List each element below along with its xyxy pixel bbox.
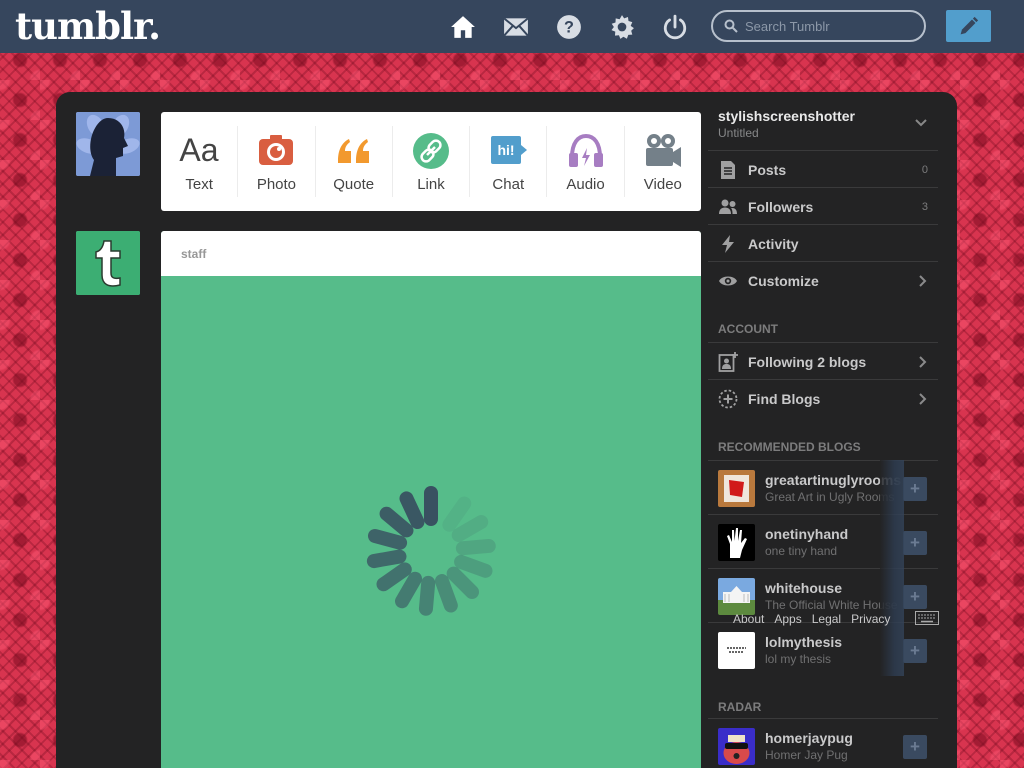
post-blog-name[interactable]: staff xyxy=(181,247,206,261)
post-type-audio[interactable]: Audio xyxy=(547,126,625,197)
blog-thumbnail xyxy=(718,524,755,561)
sidebar-item-following[interactable]: Following 2 blogs xyxy=(708,342,938,379)
gear-icon[interactable] xyxy=(609,14,635,40)
radar-blog[interactable]: homerjaypug Homer Jay Pug + xyxy=(708,718,938,768)
search-box[interactable] xyxy=(711,10,926,42)
mail-icon[interactable] xyxy=(503,14,529,40)
video-camera-icon xyxy=(643,131,683,171)
camera-icon xyxy=(256,131,296,171)
chat-icon: hi! xyxy=(488,131,528,171)
chevron-right-icon xyxy=(918,274,928,287)
svg-text:hi!: hi! xyxy=(498,142,515,158)
post-type-quote[interactable]: Quote xyxy=(316,126,393,197)
followers-icon xyxy=(718,197,738,217)
footer-link-apps[interactable]: Apps xyxy=(774,612,801,626)
dashboard-post: staff xyxy=(161,231,701,768)
blog-thumbnail xyxy=(718,728,755,765)
keyboard-icon[interactable] xyxy=(915,611,939,625)
footer-link-about[interactable]: About xyxy=(733,612,764,626)
chevron-right-icon xyxy=(918,392,928,405)
following-icon xyxy=(718,352,738,372)
blog-selector[interactable]: stylishscreenshotter Untitled xyxy=(708,106,938,150)
account-heading: ACCOUNT xyxy=(718,322,778,336)
follow-button[interactable]: + xyxy=(903,639,927,663)
chevron-down-icon[interactable] xyxy=(914,116,928,130)
home-icon[interactable] xyxy=(450,14,476,40)
sidebar-item-followers[interactable]: Followers 3 xyxy=(708,187,938,224)
quote-icon xyxy=(334,131,374,171)
recommended-heading: RECOMMENDED BLOGS xyxy=(718,440,861,454)
staff-avatar[interactable] xyxy=(76,231,140,295)
sidebar-item-label: Followers xyxy=(748,199,814,215)
sidebar-scroll-strip xyxy=(880,460,904,676)
follow-button[interactable]: + xyxy=(903,735,927,759)
sidebar-item-label: Customize xyxy=(748,273,819,289)
radar-heading: RADAR xyxy=(718,700,762,714)
svg-text:Aa: Aa xyxy=(180,132,219,168)
power-icon[interactable] xyxy=(662,14,688,40)
footer-link-legal[interactable]: Legal xyxy=(812,612,841,626)
post-type-photo[interactable]: Photo xyxy=(238,126,316,197)
text-post-icon: Aa xyxy=(179,131,219,171)
sidebar-item-customize[interactable]: Customize xyxy=(708,261,938,298)
post-header: staff xyxy=(161,231,701,276)
post-type-label: Link xyxy=(417,176,445,193)
eye-icon xyxy=(718,271,738,291)
post-type-link[interactable]: Link xyxy=(393,126,471,197)
follow-button[interactable]: + xyxy=(903,477,927,501)
find-blogs-icon xyxy=(718,389,738,409)
lightning-icon xyxy=(718,234,738,254)
footer-link-privacy[interactable]: Privacy xyxy=(851,612,890,626)
help-icon[interactable]: ? xyxy=(556,14,582,40)
sidebar-item-activity[interactable]: Activity xyxy=(708,224,938,261)
pencil-icon xyxy=(960,16,979,35)
tumblr-logo[interactable]: tumblr. xyxy=(15,4,161,48)
sidebar-item-count: 0 xyxy=(921,164,928,176)
blog-thumbnail xyxy=(718,578,755,615)
blog-title: Untitled xyxy=(718,126,759,140)
blog-thumbnail xyxy=(718,470,755,507)
link-icon xyxy=(411,131,451,171)
compose-button[interactable] xyxy=(946,10,991,42)
posts-icon xyxy=(718,160,738,180)
post-type-label: Photo xyxy=(256,176,297,193)
post-type-label: Text xyxy=(185,176,213,193)
blog-thumbnail xyxy=(718,632,755,669)
search-icon xyxy=(724,19,738,33)
post-type-chat[interactable]: hi! Chat xyxy=(470,126,548,197)
post-type-text[interactable]: Aa Text xyxy=(161,126,239,197)
blog-name: stylishscreenshotter xyxy=(718,108,855,124)
sidebar-item-find-blogs[interactable]: Find Blogs xyxy=(708,379,938,416)
text-fade xyxy=(878,719,904,768)
post-type-bar: Aa Text Photo Quote Link hi! Chat Audio xyxy=(161,112,701,211)
sidebar-item-label: Activity xyxy=(748,236,799,252)
loading-spinner-icon xyxy=(366,486,496,616)
sidebar-item-label: Following 2 blogs xyxy=(748,354,867,370)
post-type-label: Video xyxy=(643,176,682,193)
sidebar-item-label: Posts xyxy=(748,162,787,178)
post-type-video[interactable]: Video xyxy=(625,126,701,197)
svg-text:?: ? xyxy=(564,18,574,36)
sidebar-item-label: Find Blogs xyxy=(748,391,821,407)
post-type-label: Chat xyxy=(492,176,525,193)
search-input[interactable] xyxy=(745,17,915,35)
chevron-right-icon xyxy=(918,355,928,368)
follow-button[interactable]: + xyxy=(903,531,927,555)
post-type-label: Quote xyxy=(333,176,375,193)
follow-button[interactable]: + xyxy=(903,585,927,609)
footer-links: About Apps Legal Privacy xyxy=(733,612,900,626)
sidebar-item-count: 3 xyxy=(921,201,928,213)
top-nav-bar: tumblr. ? xyxy=(0,0,1024,53)
sidebar-item-posts[interactable]: Posts 0 xyxy=(708,150,938,187)
headphones-icon xyxy=(566,131,606,171)
post-type-label: Audio xyxy=(566,176,605,193)
user-avatar[interactable] xyxy=(76,112,140,176)
